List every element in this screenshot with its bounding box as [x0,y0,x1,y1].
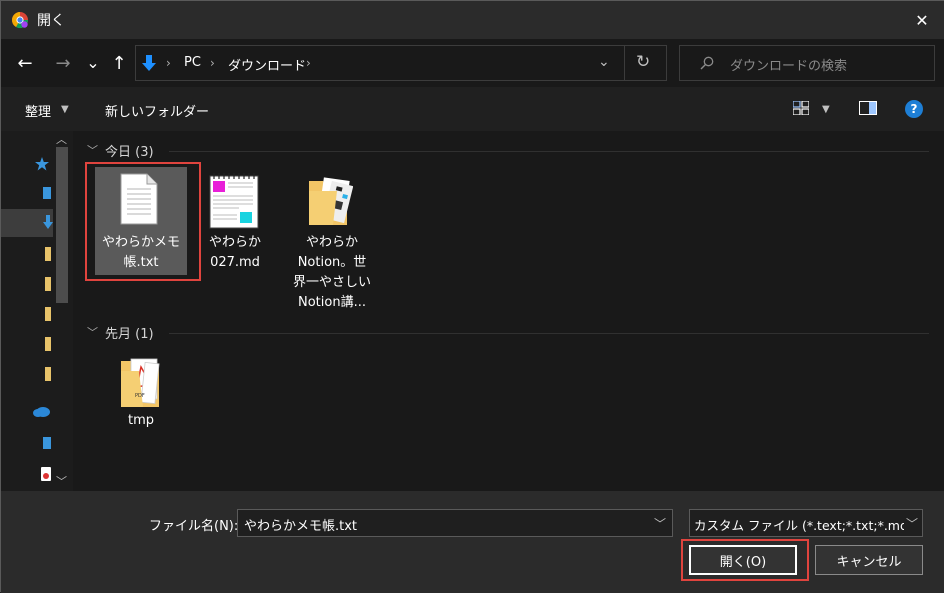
view-options-icon[interactable] [792,100,810,116]
preview-pane-icon[interactable] [859,101,877,115]
search-icon [700,56,714,70]
address-dropdown-chevron-icon[interactable]: ⌄ [598,54,610,70]
file-name-line: Notion講... [298,295,366,310]
help-icon: ? [910,102,918,116]
text-file-icon [120,173,158,225]
group-collapse-chevron-icon[interactable]: ﹀ [87,324,98,340]
new-folder-button[interactable]: 新しいフォルダー [105,101,209,120]
file-name-line: tmp [127,413,154,428]
search-box[interactable]: ダウンロードの検索 [679,45,935,81]
back-arrow-icon: ← [17,52,33,74]
this-pc-icon[interactable] [43,437,51,449]
highlight-box-open-button [681,539,809,581]
recent-locations-button[interactable]: ⌄ [83,50,103,74]
chrome-app-icon [11,11,29,29]
file-type-filter-select[interactable]: カスタム ファイル (*.text;*.txt;*.md;* ﹀ [689,509,923,537]
cancel-button[interactable]: キャンセル [815,545,923,575]
back-button[interactable]: ← [13,51,37,75]
group-header-last-month[interactable]: 先月 (1) [105,323,154,342]
organize-button[interactable]: 整理 [25,101,51,120]
filename-field[interactable]: やわらかメモ帳.txt ﹀ [237,509,673,537]
group-divider [169,333,929,334]
search-placeholder: ダウンロードの検索 [730,59,848,74]
download-arrow-icon [142,55,156,71]
folder-icon[interactable] [45,337,51,351]
group-divider [169,151,929,152]
group-collapse-chevron-icon[interactable]: ﹀ [87,142,98,158]
close-icon: ✕ [915,10,929,30]
folder-icon[interactable] [45,277,51,291]
refresh-icon[interactable]: ↻ [636,52,650,72]
window-title: 開く [37,13,65,29]
open-file-dialog: 開く ✕ ← → ⌄ ↑ › PC › ダウンロード › ⌄ ↻ ダウンロードの… [0,0,944,593]
up-arrow-icon: ↑ [111,52,127,74]
folder-icon[interactable] [45,247,51,261]
file-name-line: Notion。世 [297,255,367,270]
group-header-today[interactable]: 今日 (3) [105,141,154,160]
filter-dropdown-chevron-icon: ﹀ [904,515,919,532]
view-options-chevron-icon[interactable]: ▼ [822,104,830,115]
file-name-line: やわらか [305,235,358,250]
file-name-label: やわらかメモ 帳.txt [95,233,187,273]
folder-icon[interactable] [45,307,51,321]
address-bar[interactable]: › PC › ダウンロード › ⌄ ↻ [135,45,667,81]
forward-button[interactable]: → [51,51,75,75]
breadcrumb-pc[interactable]: PC [184,55,201,70]
desktop-folder-icon[interactable] [43,187,51,199]
downloads-nav-icon[interactable] [43,215,53,229]
breadcrumb-downloads[interactable]: ダウンロード [228,55,306,74]
quick-access-star-icon[interactable] [35,157,49,171]
file-name-line: 界一やさしい [292,275,371,290]
address-separator: › [166,56,171,70]
file-name-line: 帳.txt [123,255,159,270]
filename-dropdown-chevron-icon[interactable]: ﹀ [654,515,666,532]
pdf-label: PDF [135,393,145,399]
filename-label: ファイル名(N): [149,519,239,534]
filename-value: やわらかメモ帳.txt [244,519,358,534]
file-list-pane [73,131,944,491]
cancel-button-label: キャンセル [836,554,902,570]
up-button[interactable]: ↑ [107,51,131,75]
folder-icon[interactable] [45,367,51,381]
file-name-label[interactable]: tmp [111,411,171,431]
scroll-down-icon[interactable]: ﹀ [56,473,67,489]
file-type-filter-value: カスタム ファイル (*.text;*.txt;*.md;* [694,518,919,533]
scrollbar-thumb[interactable] [56,147,68,303]
pdf-folder-icon[interactable]: PDF [119,355,163,409]
address-separator: › [210,56,215,70]
address-separator: › [306,56,311,70]
title-bar [1,1,944,39]
forward-arrow-icon: → [55,52,71,74]
chevron-down-icon: ⌄ [86,52,100,72]
file-name-line: やわらか [208,235,261,250]
drive-icon[interactable] [41,467,51,481]
file-name-line: やわらかメモ [101,235,180,250]
notebook-file-icon[interactable] [209,171,259,229]
folder-icon[interactable] [307,173,353,227]
organize-chevron-icon: ▼ [61,104,69,115]
onedrive-cloud-icon[interactable] [33,405,51,417]
close-button[interactable]: ✕ [907,7,937,33]
address-divider [624,46,625,80]
scroll-up-icon[interactable]: ︿ [56,131,67,147]
file-name-label[interactable]: やわらか Notion。世 界一やさしい Notion講... [287,233,377,313]
file-name-label[interactable]: やわらか 027.md [199,233,271,273]
file-name-line: 027.md [210,255,260,270]
help-button[interactable]: ? [905,100,923,118]
